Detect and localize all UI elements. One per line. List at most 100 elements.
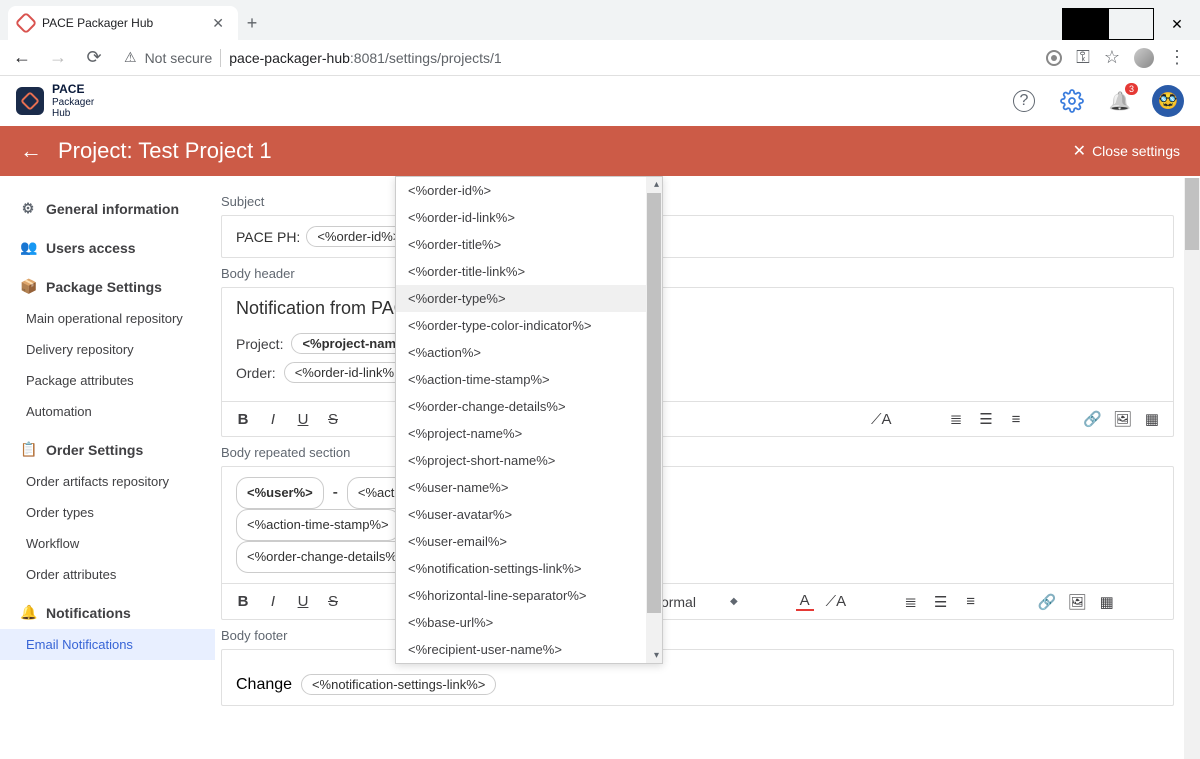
bold-icon[interactable]: B — [234, 593, 252, 610]
bookmark-icon[interactable] — [1104, 47, 1120, 68]
close-settings-button[interactable]: Close settings — [1073, 141, 1180, 161]
page-scroll-thumb[interactable] — [1185, 178, 1199, 250]
body-footer-label: Body footer — [221, 628, 1174, 643]
window-maximize[interactable] — [1108, 8, 1154, 40]
image-icon[interactable]: 🖼 — [1113, 410, 1131, 428]
tag-action-ts[interactable]: <%action-time-stamp%> — [236, 509, 400, 541]
url-path: :8081/settings/projects/1 — [350, 50, 502, 66]
dropdown-option[interactable]: <%notification-settings-link%> — [396, 555, 662, 582]
page-title-bar: Project: Test Project 1 Close settings — [0, 126, 1200, 176]
sidebar-item-general[interactable]: ⚙General information — [0, 192, 215, 225]
dropdown-option[interactable]: <%recipient-user-name%> — [396, 636, 662, 663]
user-avatar[interactable]: 🥸 — [1152, 85, 1184, 117]
dropdown-option[interactable]: <%order-id-link%> — [396, 204, 662, 231]
dropdown-scrollbar[interactable]: ▴ ▾ — [646, 177, 662, 663]
text-color-icon[interactable]: A — [796, 592, 814, 611]
sidebar-item-main-repo[interactable]: Main operational repository — [0, 303, 215, 334]
scroll-up-icon[interactable]: ▴ — [654, 179, 659, 190]
help-icon[interactable] — [1008, 85, 1040, 117]
sidebar-item-notifications[interactable]: 🔔Notifications — [0, 596, 215, 629]
ul-icon[interactable]: ☰ — [977, 410, 995, 428]
page-title: Project: Test Project 1 — [58, 138, 272, 164]
dropdown-option[interactable]: <%horizontal-line-separator%> — [396, 582, 662, 609]
bold-icon[interactable]: B — [234, 411, 252, 428]
underline-icon[interactable]: U — [294, 411, 312, 428]
subject-field[interactable]: PACE PH: <%order-id%> - — [221, 215, 1174, 258]
clear-format-icon[interactable]: ⟋A — [826, 593, 844, 610]
sidebar-item-automation[interactable]: Automation — [0, 396, 215, 427]
body-repeated-label: Body repeated section — [221, 445, 1174, 460]
dropdown-option[interactable]: <%order-title%> — [396, 231, 662, 258]
url-host: pace-packager-hub — [229, 50, 350, 66]
tag-user[interactable]: <%user%> — [236, 477, 324, 509]
dropdown-option[interactable]: <%project-short-name%> — [396, 447, 662, 474]
new-tab-button[interactable]: + — [238, 13, 266, 40]
sidebar-item-users[interactable]: 👥Users access — [0, 231, 215, 264]
notifications-bell-icon[interactable]: 3 — [1104, 85, 1136, 117]
dropdown-option[interactable]: <%project-name%> — [396, 420, 662, 447]
underline-icon[interactable]: U — [294, 593, 312, 610]
italic-icon[interactable]: I — [264, 411, 282, 428]
dropdown-option[interactable]: <%base-url%> — [396, 609, 662, 636]
body-repeated-editor[interactable]: <%user%> - <%action% <%action-time-stamp… — [221, 466, 1174, 620]
dropdown-option[interactable]: <%action-time-stamp%> — [396, 366, 662, 393]
body-header-editor[interactable]: Notification from PAC Project: <%project… — [221, 287, 1174, 437]
address-bar[interactable]: Not secure pace-packager-hub:8081/settin… — [116, 44, 1038, 72]
browser-tab[interactable]: PACE Packager Hub ✕ — [8, 6, 238, 40]
app-logo-text: PACE Packager Hub — [52, 83, 94, 118]
strike-icon[interactable]: S — [324, 593, 342, 610]
sidebar-item-pkg-attr[interactable]: Package attributes — [0, 365, 215, 396]
sidebar-item-delivery-repo[interactable]: Delivery repository — [0, 334, 215, 365]
body-footer-editor[interactable]: Change <%notification-settings-link%> — [221, 649, 1174, 706]
settings-gear-icon[interactable] — [1056, 85, 1088, 117]
align-icon[interactable]: ≡ — [962, 593, 980, 610]
profile-toggle-icon[interactable] — [1046, 50, 1062, 66]
tag-ocd[interactable]: <%order-change-details%> — [236, 541, 416, 573]
dropdown-option[interactable]: <%order-type-color-indicator%> — [396, 312, 662, 339]
sidebar-item-workflow[interactable]: Workflow — [0, 528, 215, 559]
window-close[interactable] — [1154, 8, 1200, 40]
dropdown-option[interactable]: <%order-title-link%> — [396, 258, 662, 285]
app-logo-icon[interactable] — [16, 87, 44, 115]
tag-nsl[interactable]: <%notification-settings-link%> — [301, 674, 496, 695]
table-icon[interactable]: ▦ — [1098, 593, 1116, 611]
tab-close-icon[interactable]: ✕ — [208, 15, 228, 32]
chrome-menu-icon[interactable] — [1168, 47, 1186, 68]
align-icon[interactable]: ≡ — [1007, 411, 1025, 428]
italic-icon[interactable]: I — [264, 593, 282, 610]
dropdown-option[interactable]: <%user-name%> — [396, 474, 662, 501]
sidebar-item-order-artifacts[interactable]: Order artifacts repository — [0, 466, 215, 497]
password-icon[interactable] — [1076, 47, 1090, 68]
subject-label: Subject — [221, 194, 1174, 209]
dropdown-option[interactable]: <%order-id%> — [396, 177, 662, 204]
dropdown-option[interactable]: <%order-type%> — [396, 285, 662, 312]
link-icon[interactable]: 🔗 — [1038, 593, 1056, 611]
ul-icon[interactable]: ☰ — [932, 593, 950, 611]
sidebar-item-order-attr[interactable]: Order attributes — [0, 559, 215, 590]
dropdown-option[interactable]: <%user-email%> — [396, 528, 662, 555]
page-back-button[interactable] — [20, 138, 58, 164]
font-select[interactable]: Normal — [651, 594, 738, 610]
clear-format-icon[interactable]: ⟋A — [871, 411, 889, 428]
sidebar-item-order-types[interactable]: Order types — [0, 497, 215, 528]
ol-icon[interactable]: ≣ — [902, 593, 920, 611]
ol-icon[interactable]: ≣ — [947, 410, 965, 428]
dropdown-option[interactable]: <%order-change-details%> — [396, 393, 662, 420]
page-scrollbar[interactable] — [1184, 178, 1200, 759]
sidebar-item-email-notif[interactable]: Email Notifications — [0, 629, 215, 660]
dropdown-option[interactable]: <%user-avatar%> — [396, 501, 662, 528]
sidebar-item-package-settings[interactable]: 📦Package Settings — [0, 270, 215, 303]
image-icon[interactable]: 🖼 — [1068, 593, 1086, 611]
chrome-profile-icon[interactable] — [1134, 48, 1154, 68]
dropdown-option[interactable]: <%action%> — [396, 339, 662, 366]
scroll-thumb[interactable] — [647, 193, 661, 613]
order-tag[interactable]: <%order-id-link% — [284, 362, 405, 383]
table-icon[interactable]: ▦ — [1143, 410, 1161, 428]
window-minimize[interactable] — [1062, 8, 1108, 40]
nav-reload-button[interactable] — [80, 44, 108, 72]
scroll-down-icon[interactable]: ▾ — [654, 650, 659, 661]
nav-back-button[interactable] — [8, 44, 36, 72]
link-icon[interactable]: 🔗 — [1083, 410, 1101, 428]
sidebar-item-order-settings[interactable]: 📋Order Settings — [0, 433, 215, 466]
strike-icon[interactable]: S — [324, 411, 342, 428]
